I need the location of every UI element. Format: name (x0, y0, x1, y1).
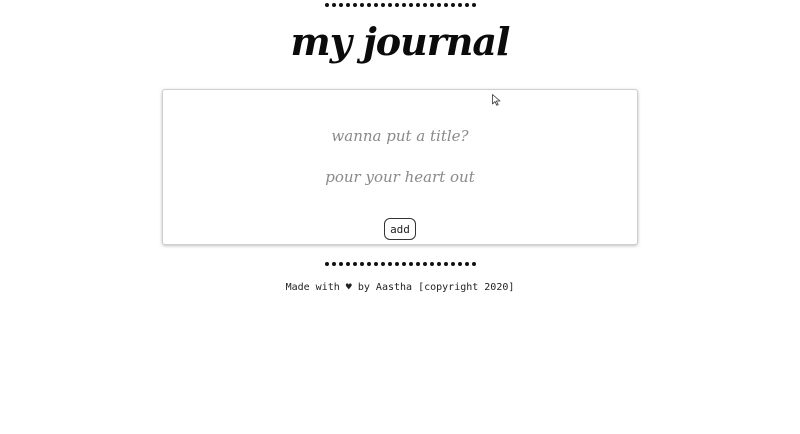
divider-dot (401, 262, 406, 266)
divider-dot (443, 262, 448, 266)
divider-dot (324, 3, 329, 7)
divider-dot (338, 262, 343, 266)
dot-divider-top (0, 3, 800, 7)
divider-dot (401, 3, 406, 7)
divider-dot (471, 3, 476, 7)
divider-dot (373, 3, 378, 7)
divider-dot (387, 262, 392, 266)
divider-dot (464, 3, 469, 7)
divider-dot (408, 3, 413, 7)
divider-dot (471, 262, 476, 266)
divider-dot (394, 262, 399, 266)
divider-dot (415, 3, 420, 7)
content-textarea[interactable] (163, 164, 637, 190)
divider-dot (331, 262, 336, 266)
divider-dot (422, 3, 427, 7)
divider-dot (366, 3, 371, 7)
divider-dot (324, 262, 329, 266)
divider-dot (366, 262, 371, 266)
divider-dot (450, 3, 455, 7)
divider-dot (373, 262, 378, 266)
journal-page: my journal add Made with ♥ by Aastha [co… (0, 0, 800, 434)
divider-dot (429, 3, 434, 7)
divider-dot (436, 3, 441, 7)
divider-dot (450, 262, 455, 266)
footer-credit: Made with ♥ by Aastha [copyright 2020] (0, 282, 800, 293)
divider-dot (345, 262, 350, 266)
divider-dot (352, 3, 357, 7)
divider-dot (429, 262, 434, 266)
divider-dot (338, 3, 343, 7)
entry-composer: add (162, 89, 638, 245)
page-title: my journal (290, 19, 511, 64)
divider-dot (359, 262, 364, 266)
add-button[interactable]: add (384, 218, 416, 240)
divider-dot (408, 262, 413, 266)
divider-dot (422, 262, 427, 266)
divider-dot (443, 3, 448, 7)
divider-dot (352, 262, 357, 266)
divider-dot (380, 262, 385, 266)
divider-dot (457, 262, 462, 266)
footer-made-with: Made with (285, 282, 340, 293)
divider-dot (331, 3, 336, 7)
divider-dot (380, 3, 385, 7)
dot-divider-bottom (0, 262, 800, 266)
divider-dot (436, 262, 441, 266)
heart-icon: ♥ (345, 282, 352, 293)
footer-author: by Aastha [copyright 2020] (357, 282, 515, 293)
divider-dot (415, 262, 420, 266)
mouse-pointer-icon (492, 94, 501, 106)
divider-dot (345, 3, 350, 7)
divider-dot (457, 3, 462, 7)
divider-dot (464, 262, 469, 266)
divider-dot (359, 3, 364, 7)
divider-dot (394, 3, 399, 7)
title-input[interactable] (163, 124, 637, 148)
divider-dot (387, 3, 392, 7)
